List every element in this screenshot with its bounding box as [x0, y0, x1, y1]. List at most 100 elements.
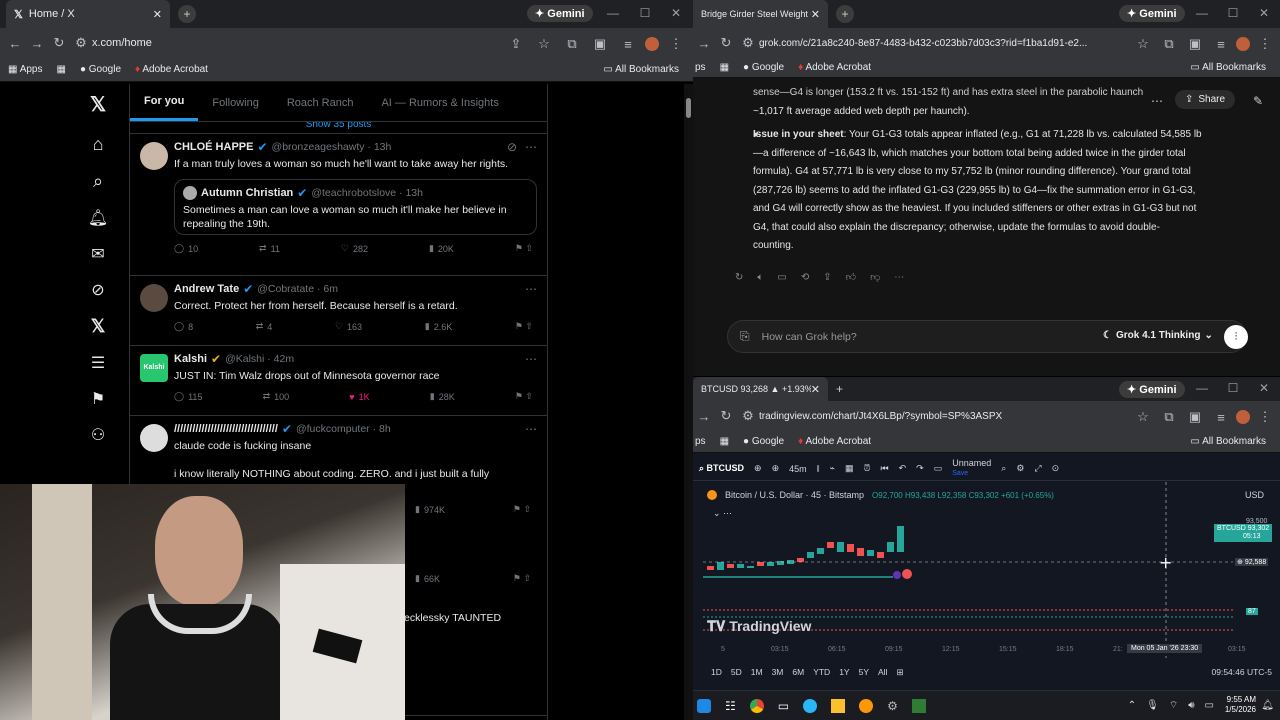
- grok-post-icon[interactable]: ⊘: [507, 140, 517, 154]
- bookmark-apps[interactable]: ps: [695, 62, 706, 73]
- tab-ai-rumors[interactable]: AI — Rumors & Insights: [367, 85, 512, 121]
- sidepanel-icon[interactable]: ▣: [1184, 409, 1206, 425]
- more-icon[interactable]: ⋯: [894, 272, 904, 283]
- share-button[interactable]: ⇪ Share: [1175, 90, 1236, 109]
- bookmark-button[interactable]: ⚑ ⇧: [513, 504, 531, 515]
- url-field[interactable]: tradingview.com/chart/Jt4X6LBp/?symbol=S…: [759, 411, 1002, 422]
- close-window-button[interactable]: ✕: [1248, 6, 1280, 20]
- range-5y[interactable]: 5Y: [859, 667, 869, 677]
- tweet-author[interactable]: CHLOÉ HAPPE: [174, 141, 253, 153]
- grok-icon[interactable]: ⊘: [86, 280, 110, 300]
- widgets-icon[interactable]: ☷: [725, 699, 736, 713]
- read-aloud-icon[interactable]: 🔈︎: [757, 272, 763, 283]
- event-marker-icon[interactable]: [893, 571, 901, 579]
- reload-icon[interactable]: ↻: [715, 408, 737, 424]
- volume-icon[interactable]: 🔊︎: [1188, 700, 1194, 711]
- bookmark-button[interactable]: ⚑ ⇧: [515, 243, 533, 254]
- messages-icon[interactable]: ✉: [86, 244, 110, 264]
- scrollbar[interactable]: [684, 84, 693, 720]
- range-all[interactable]: All: [878, 667, 887, 677]
- extensions-icon[interactable]: ⧉: [1158, 409, 1180, 425]
- taskbar-clock[interactable]: 9:55 AM 1/5/2026: [1225, 695, 1256, 715]
- bookmark-acrobat[interactable]: ♦ Adobe Acrobat: [798, 436, 871, 447]
- bookmark-button[interactable]: ⚑ ⇧: [515, 391, 533, 402]
- forward-icon[interactable]: →: [26, 36, 48, 51]
- repost-button[interactable]: ⇄ 11: [259, 243, 280, 254]
- chrome-icon[interactable]: [749, 698, 764, 713]
- close-window-button[interactable]: ✕: [660, 6, 692, 20]
- views-button[interactable]: ▮ 66K: [415, 573, 440, 584]
- tab-roach-ranch[interactable]: Roach Ranch: [273, 85, 368, 121]
- premium-x-icon[interactable]: 𝕏: [86, 316, 110, 337]
- regenerate-icon[interactable]: ↻: [735, 272, 743, 283]
- show-posts-link[interactable]: Show 35 posts: [130, 122, 547, 134]
- site-info-icon[interactable]: ⚙: [70, 35, 92, 51]
- tweet[interactable]: Kalshi Kalshi ✔ @Kalshi · 42m ⋯ JUST IN: T…: [130, 346, 547, 416]
- app-orange-icon[interactable]: [859, 698, 874, 713]
- app-yellow-icon[interactable]: [831, 698, 846, 713]
- menu-icon[interactable]: ⋮: [1254, 409, 1276, 425]
- battery-icon[interactable]: ▭: [1205, 700, 1214, 711]
- like-button[interactable]: ♥ 1K: [349, 391, 369, 402]
- close-tab-icon[interactable]: ✕: [811, 383, 820, 396]
- alert-icon[interactable]: ⏰︎: [863, 463, 870, 474]
- undo-icon[interactable]: ↶: [899, 463, 907, 474]
- like-button[interactable]: ♡ 282: [341, 243, 368, 254]
- bookmark-all[interactable]: ▭ All Bookmarks: [1190, 62, 1266, 73]
- bookmark-google[interactable]: ● Google: [743, 62, 784, 73]
- tweet-author[interactable]: //////////////////////////////////: [174, 423, 278, 435]
- menu-icon[interactable]: ⋮: [665, 36, 687, 52]
- layout-icon[interactable]: ▭: [934, 463, 943, 474]
- symbol-search[interactable]: ⌕ BTCUSD: [699, 463, 744, 474]
- tweet[interactable]: Andrew Tate ✔ @Cobratate · 6m ⋯ Correct. P…: [130, 276, 547, 346]
- more-icon[interactable]: ⋯: [525, 140, 537, 154]
- minimize-button[interactable]: —: [1186, 381, 1218, 395]
- tweet[interactable]: CHLOÉ HAPPE ✔ @bronzeageshawty · 13h ⋯ ⊘ I…: [130, 134, 547, 276]
- bookmark-button[interactable]: ⚑ ⇧: [513, 573, 531, 584]
- range-ytd[interactable]: YTD: [813, 667, 830, 677]
- more-icon[interactable]: ⋯: [525, 422, 537, 436]
- extensions-icon[interactable]: ⧉: [561, 36, 583, 52]
- bookmarks-icon[interactable]: ⚑: [86, 389, 110, 409]
- app-blue-icon[interactable]: [803, 698, 818, 713]
- bookmark-grid-icon[interactable]: ▦: [56, 64, 65, 75]
- reply-button[interactable]: ◯ 10: [174, 243, 198, 254]
- home-icon[interactable]: ⌂: [86, 134, 110, 155]
- repost-button[interactable]: ⇄ 4: [256, 321, 273, 332]
- replay-icon[interactable]: ⏮: [881, 463, 889, 474]
- tab-grok[interactable]: Bridge Girder Steel Weight Calc ✕: [693, 0, 828, 28]
- media-icon[interactable]: ≡: [617, 37, 639, 52]
- share-icon[interactable]: ⇪: [823, 272, 831, 283]
- comment-icon[interactable]: ▭: [777, 272, 786, 283]
- settings-icon[interactable]: ⚙: [1016, 463, 1024, 474]
- edit-icon[interactable]: ✎: [1253, 94, 1263, 108]
- forward-icon[interactable]: →: [693, 36, 715, 51]
- add-symbol-icon[interactable]: ⊕: [772, 463, 780, 474]
- voice-mode-icon[interactable]: ⫶: [1224, 325, 1248, 349]
- tab-home-x[interactable]: 𝕏 Home / X ✕: [6, 0, 170, 28]
- bookmark-all[interactable]: ▭ All Bookmarks: [603, 64, 679, 75]
- tab-following[interactable]: Following: [198, 85, 272, 121]
- tv-chart[interactable]: Bitcoin / U.S. Dollar · 45 · Bitstamp O9…: [693, 482, 1280, 658]
- redo-icon[interactable]: ↷: [916, 463, 924, 474]
- profile-avatar[interactable]: [645, 37, 659, 51]
- communities-icon[interactable]: ⚇: [86, 425, 110, 445]
- event-marker-icon[interactable]: [902, 569, 912, 579]
- reload-icon[interactable]: ↻: [715, 35, 737, 51]
- forward-icon[interactable]: →: [693, 409, 715, 424]
- extensions-icon[interactable]: ⧉: [1158, 36, 1180, 52]
- bookmark-grid-icon[interactable]: ▦: [720, 62, 729, 73]
- bookmark-apps[interactable]: ps: [695, 436, 706, 447]
- attach-icon[interactable]: ⎘: [740, 329, 750, 344]
- close-tab-icon[interactable]: ✕: [153, 8, 162, 21]
- app-green-icon[interactable]: [911, 698, 926, 713]
- bookmark-all[interactable]: ▭ All Bookmarks: [1190, 436, 1266, 447]
- bookmark-acrobat[interactable]: ♦ Adobe Acrobat: [135, 64, 208, 75]
- avatar[interactable]: [140, 142, 168, 170]
- profile-avatar[interactable]: [1236, 410, 1250, 424]
- new-tab-button[interactable]: +: [836, 382, 843, 396]
- close-tab-icon[interactable]: ✕: [811, 8, 820, 21]
- candles-icon[interactable]: ⫾: [817, 463, 820, 474]
- indicators-icon[interactable]: ⌁: [830, 463, 835, 474]
- media-icon[interactable]: ≡: [1210, 410, 1232, 425]
